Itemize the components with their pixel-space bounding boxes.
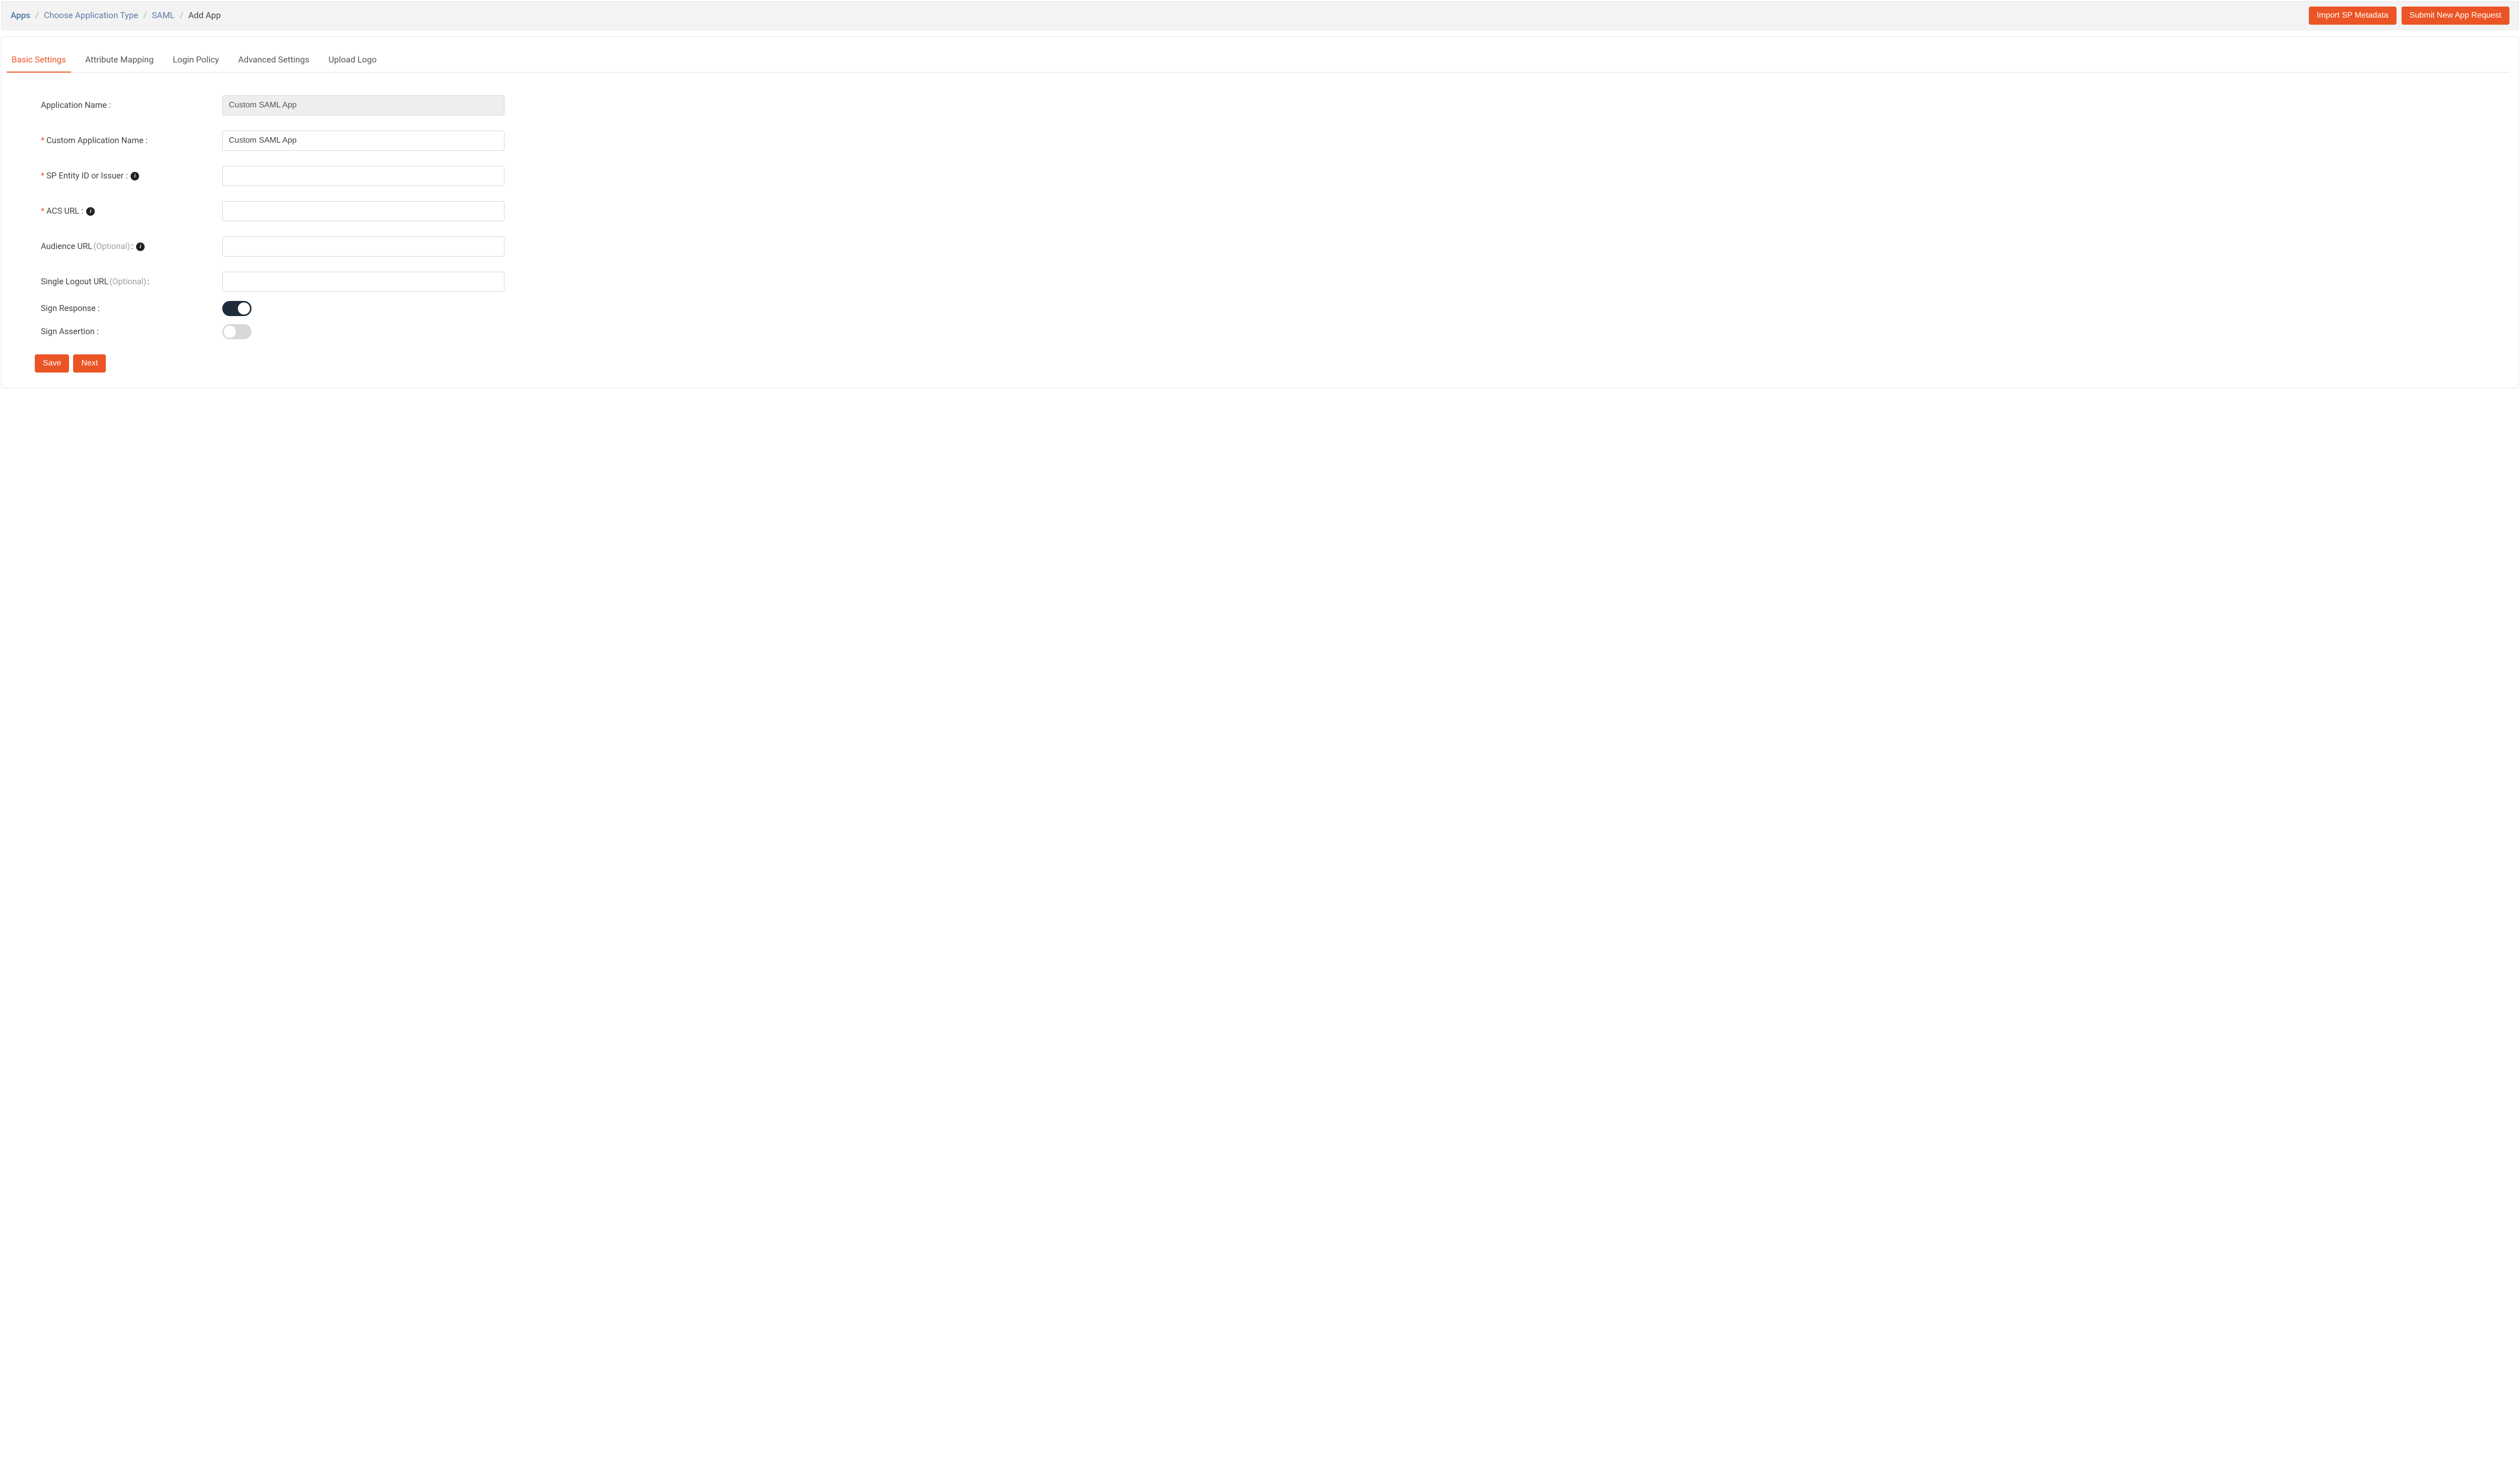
breadcrumb-choose-type[interactable]: Choose Application Type: [44, 11, 138, 21]
tab-basic-settings[interactable]: Basic Settings: [11, 48, 67, 72]
row-sp-entity-id: * SP Entity ID or Issuer : i: [41, 166, 2509, 186]
breadcrumb-separator: /: [179, 11, 183, 21]
toggle-knob: [238, 302, 250, 315]
row-sign-response: Sign Response :: [41, 301, 2509, 316]
label-audience-url-optional: (Optional): [93, 242, 130, 252]
tab-login-policy[interactable]: Login Policy: [172, 48, 220, 72]
required-marker: *: [41, 171, 44, 181]
label-application-name: Application Name :: [41, 101, 222, 110]
topbar: Apps / Choose Application Type / SAML / …: [1, 1, 2519, 30]
label-slo-colon: :: [147, 277, 149, 287]
required-marker: *: [41, 136, 44, 146]
breadcrumb-current: Add App: [188, 11, 221, 21]
tab-upload-logo[interactable]: Upload Logo: [328, 48, 378, 72]
label-slo-text: Single Logout URL: [41, 277, 108, 287]
application-name-input: [222, 95, 505, 115]
tabs: Basic Settings Attribute Mapping Login P…: [11, 48, 2509, 73]
import-sp-metadata-button[interactable]: Import SP Metadata: [2309, 7, 2397, 25]
required-marker: *: [41, 207, 44, 216]
label-sign-assertion-text: Sign Assertion :: [41, 327, 99, 337]
submit-new-app-request-button[interactable]: Submit New App Request: [2402, 7, 2509, 25]
sp-entity-id-input[interactable]: [222, 166, 505, 186]
label-audience-url-colon: :: [131, 242, 133, 252]
breadcrumb-saml[interactable]: SAML: [152, 11, 174, 21]
custom-application-name-input[interactable]: [222, 131, 505, 151]
toggle-knob: [224, 326, 236, 338]
next-button[interactable]: Next: [73, 354, 106, 373]
label-application-name-text: Application Name :: [41, 101, 111, 110]
breadcrumb-apps[interactable]: Apps: [11, 11, 30, 21]
label-slo-optional: (Optional): [109, 277, 146, 287]
label-audience-url-text: Audience URL: [41, 242, 92, 252]
breadcrumb: Apps / Choose Application Type / SAML / …: [11, 11, 221, 21]
breadcrumb-separator: /: [35, 11, 39, 21]
label-sp-entity-id: * SP Entity ID or Issuer : i: [41, 171, 222, 181]
form-actions: Save Next: [35, 354, 2509, 373]
sign-response-toggle[interactable]: [222, 301, 251, 316]
tab-advanced-settings[interactable]: Advanced Settings: [237, 48, 310, 72]
info-icon[interactable]: i: [131, 172, 139, 180]
label-single-logout-url: Single Logout URL (Optional) :: [41, 277, 222, 287]
row-custom-application-name: * Custom Application Name :: [41, 131, 2509, 151]
info-icon[interactable]: i: [136, 242, 145, 251]
main-panel: Basic Settings Attribute Mapping Login P…: [1, 36, 2519, 388]
tab-attribute-mapping[interactable]: Attribute Mapping: [84, 48, 155, 72]
row-sign-assertion: Sign Assertion :: [41, 324, 2509, 339]
row-application-name: Application Name :: [41, 95, 2509, 115]
row-single-logout-url: Single Logout URL (Optional) :: [41, 272, 2509, 292]
label-sign-assertion: Sign Assertion :: [41, 327, 222, 337]
row-acs-url: * ACS URL : i: [41, 201, 2509, 221]
sign-assertion-toggle[interactable]: [222, 324, 251, 339]
label-audience-url: Audience URL (Optional) : i: [41, 242, 222, 252]
label-acs-url-text: ACS URL :: [46, 207, 83, 216]
info-icon[interactable]: i: [86, 207, 95, 216]
breadcrumb-separator: /: [143, 11, 147, 21]
label-sp-entity-id-text: SP Entity ID or Issuer :: [46, 171, 128, 181]
save-button[interactable]: Save: [35, 354, 69, 373]
label-sign-response: Sign Response :: [41, 304, 222, 314]
row-audience-url: Audience URL (Optional) : i: [41, 236, 2509, 257]
audience-url-input[interactable]: [222, 236, 505, 257]
label-sign-response-text: Sign Response :: [41, 304, 100, 314]
acs-url-input[interactable]: [222, 201, 505, 221]
topbar-buttons: Import SP Metadata Submit New App Reques…: [2309, 7, 2509, 25]
label-acs-url: * ACS URL : i: [41, 207, 222, 216]
label-custom-application-name: * Custom Application Name :: [41, 136, 222, 146]
basic-settings-form: Application Name : * Custom Application …: [41, 95, 2509, 373]
single-logout-url-input[interactable]: [222, 272, 505, 292]
label-custom-application-name-text: Custom Application Name :: [46, 136, 148, 146]
